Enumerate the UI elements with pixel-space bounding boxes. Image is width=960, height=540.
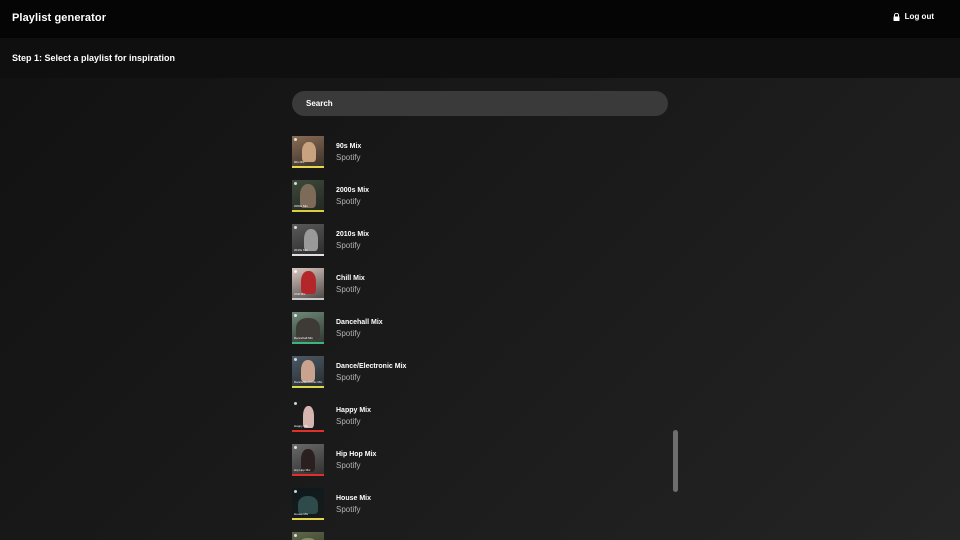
playlist-item[interactable]: Dance/Electronic Mix Dance/Electronic Mix… xyxy=(292,356,668,390)
cover-color-strip xyxy=(292,518,324,520)
scrollbar-thumb[interactable] xyxy=(673,430,678,492)
playlist-owner: Spotify xyxy=(336,329,361,338)
playlist-owner: Spotify xyxy=(336,153,361,162)
playlist-item[interactable]: House Mix House Mix Spotify xyxy=(292,488,668,522)
playlist-name: Dance/Electronic Mix xyxy=(336,363,407,370)
cover-color-strip xyxy=(292,474,324,476)
spotify-logo-icon xyxy=(294,358,297,361)
spotify-logo-icon xyxy=(294,182,297,185)
playlist-item[interactable]: Dancehall Mix Dancehall Mix Spotify xyxy=(292,312,668,346)
playlist-owner: Spotify xyxy=(336,285,361,294)
playlist-name: House Mix xyxy=(336,495,372,502)
search-bar xyxy=(292,91,668,116)
cover-color-strip xyxy=(292,430,324,432)
playlist-name: Dancehall Mix xyxy=(336,319,383,326)
playlist-name: 2000s Mix xyxy=(336,187,370,194)
playlist-cover: 2010s Mix xyxy=(292,224,324,256)
spotify-logo-icon xyxy=(294,314,297,317)
logout-button[interactable]: Log out xyxy=(893,12,934,21)
top-bar: Playlist generator Log out xyxy=(0,0,960,38)
playlist-list: 90s Mix 90s Mix Spotify 2000s Mix 2000s Mix S… xyxy=(292,136,668,540)
playlist-cover: Chill Mix xyxy=(292,268,324,300)
playlist-name: Chill Mix xyxy=(336,275,365,282)
playlist-item[interactable]: 90s Mix 90s Mix Spotify xyxy=(292,136,668,170)
cover-artist-figure xyxy=(301,360,315,382)
cover-caption: Dancehall Mix xyxy=(294,336,313,340)
playlist-owner: Spotify xyxy=(336,417,361,426)
playlist-cover: Dance/Electronic Mix xyxy=(292,356,324,388)
playlist-owner: Spotify xyxy=(336,461,361,470)
cover-color-strip xyxy=(292,210,324,212)
playlist-item[interactable]: 2000s Mix 2000s Mix Spotify xyxy=(292,180,668,214)
playlist-item[interactable]: Happy Mix Happy Mix Spotify xyxy=(292,400,668,434)
cover-caption: Happy Mix xyxy=(294,424,309,428)
playlist-owner: Spotify xyxy=(336,241,361,250)
cover-caption: 90s Mix xyxy=(294,160,305,164)
step-title: Step 1: Select a playlist for inspiratio… xyxy=(12,53,176,63)
spotify-logo-icon xyxy=(294,534,297,537)
cover-color-strip xyxy=(292,166,324,168)
cover-caption: 2010s Mix xyxy=(294,248,308,252)
playlist-cover: 2000s Mix xyxy=(292,180,324,212)
app-title: Playlist generator xyxy=(12,12,107,24)
playlist-name: Hip Hop Mix xyxy=(336,451,377,458)
spotify-logo-icon xyxy=(294,270,297,273)
cover-caption: Chill Mix xyxy=(294,292,306,296)
cover-caption: 2000s Mix xyxy=(294,204,308,208)
playlist-cover: House Mix xyxy=(292,488,324,520)
cover-color-strip xyxy=(292,386,324,388)
cover-color-strip xyxy=(292,298,324,300)
logout-label: Log out xyxy=(904,12,934,21)
cover-artist-figure xyxy=(302,142,316,162)
lock-icon xyxy=(893,12,900,21)
playlist-cover: Happy Mix xyxy=(292,400,324,432)
playlist-cover xyxy=(292,532,324,540)
playlist-item[interactable]: Chill Mix Chill Mix Spotify xyxy=(292,268,668,302)
cover-artist-figure xyxy=(301,271,316,294)
spotify-logo-icon xyxy=(294,226,297,229)
playlist-owner: Spotify xyxy=(336,197,361,206)
cover-caption: House Mix xyxy=(294,512,309,516)
spotify-logo-icon xyxy=(294,446,297,449)
cover-color-strip xyxy=(292,342,324,344)
search-input[interactable] xyxy=(292,91,668,116)
spotify-logo-icon xyxy=(294,138,297,141)
playlist-name: Happy Mix xyxy=(336,407,372,414)
spotify-logo-icon xyxy=(294,490,297,493)
playlist-name: 2010s Mix xyxy=(336,231,370,238)
playlist-item[interactable]: 2010s Mix 2010s Mix Spotify xyxy=(292,224,668,258)
playlist-cover: Dancehall Mix xyxy=(292,312,324,344)
playlist-name: 90s Mix xyxy=(336,143,362,150)
cover-caption: Hip Hop Mix xyxy=(294,468,311,472)
cover-color-strip xyxy=(292,254,324,256)
spotify-logo-icon xyxy=(294,402,297,405)
playlist-owner: Spotify xyxy=(336,505,361,514)
playlist-item[interactable]: Hip Hop Mix Hip Hop Mix Spotify xyxy=(292,444,668,478)
playlist-cover: 90s Mix xyxy=(292,136,324,168)
playlist-generator-app: Playlist generator Log out Step 1: Selec… xyxy=(0,0,960,540)
playlist-owner: Spotify xyxy=(336,373,361,382)
step-header: Step 1: Select a playlist for inspiratio… xyxy=(0,38,960,78)
cover-caption: Dance/Electronic Mix xyxy=(294,380,323,384)
playlist-item[interactable] xyxy=(292,532,668,540)
playlist-cover: Hip Hop Mix xyxy=(292,444,324,476)
